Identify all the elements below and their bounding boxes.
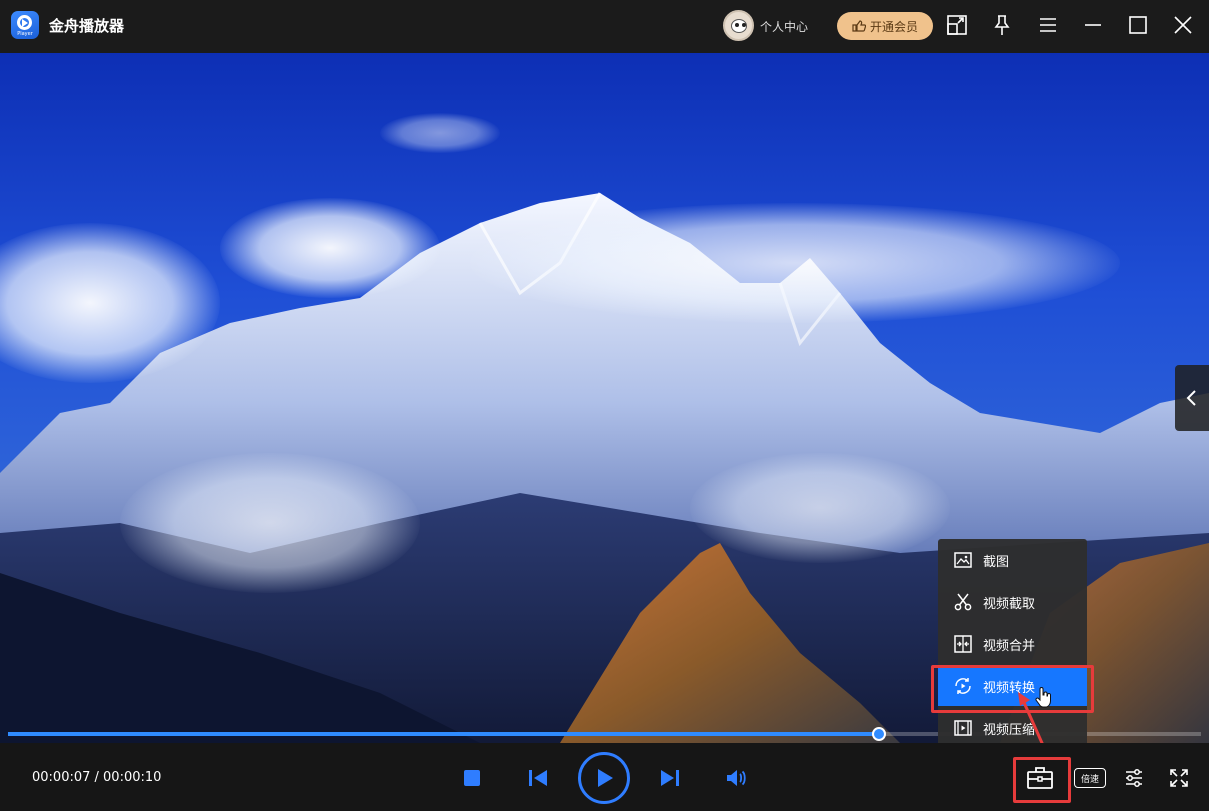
chevron-left-icon [1186,390,1196,406]
side-panel-toggle[interactable] [1175,365,1209,431]
settings-button[interactable] [1122,766,1146,790]
fullscreen-icon [1170,769,1188,787]
tools-menu: 截图 视频截取 视频合并 视频转换 视频压缩 [938,539,1087,747]
sliders-icon [1126,769,1142,787]
thumb-up-icon [852,20,866,32]
fullscreen-button[interactable] [1167,766,1191,790]
app-logo-sub: Player [17,31,33,37]
app-title: 金舟播放器 [49,17,125,35]
menu-item-label: 视频合并 [983,638,1036,654]
stop-icon [464,770,480,786]
maximize-icon[interactable] [1123,10,1153,40]
hand-cursor-icon [1035,687,1051,708]
app-logo-icon: Player [11,11,39,39]
scissors-icon [954,593,972,611]
menu-item-label: 截图 [983,554,1010,570]
previous-button[interactable] [525,766,551,790]
menu-item-label: 视频截取 [983,596,1036,612]
pin-icon[interactable] [987,10,1017,40]
menu-item-video-merge[interactable]: 视频合并 [938,624,1087,664]
merge-icon [954,635,972,653]
skip-previous-icon [529,770,547,786]
user-center-link[interactable]: 个人中心 [760,18,808,35]
progress-handle[interactable] [871,727,886,741]
avatar[interactable] [723,10,754,41]
menu-item-video-compress[interactable]: 视频压缩 [938,708,1087,748]
highlight-box-toolbox [1013,757,1071,803]
stop-button[interactable] [460,766,484,790]
progress-fill [8,732,879,736]
screenshot-icon [954,552,972,568]
time-display: 00:00:07 / 00:00:10 [32,770,162,785]
play-icon [598,769,613,787]
close-icon[interactable] [1168,10,1198,40]
volume-icon [727,770,746,786]
screen-cast-icon[interactable] [942,10,972,40]
menu-item-video-clip[interactable]: 视频截取 [938,582,1087,622]
highlight-box-convert [931,665,1094,713]
compress-icon [954,720,972,736]
skip-next-icon [661,770,679,786]
volume-button[interactable] [723,765,749,791]
menu-item-screenshot[interactable]: 截图 [938,540,1087,580]
vip-button[interactable]: 开通会员 [837,12,933,40]
title-bar: Player 金舟播放器 个人中心 开通会员 [0,0,1209,53]
menu-icon[interactable] [1033,10,1063,40]
minimize-icon[interactable] [1078,10,1108,40]
speed-button[interactable]: 倍速 [1074,768,1106,788]
next-button[interactable] [657,766,683,790]
vip-label: 开通会员 [869,19,918,34]
play-button[interactable] [578,752,630,804]
